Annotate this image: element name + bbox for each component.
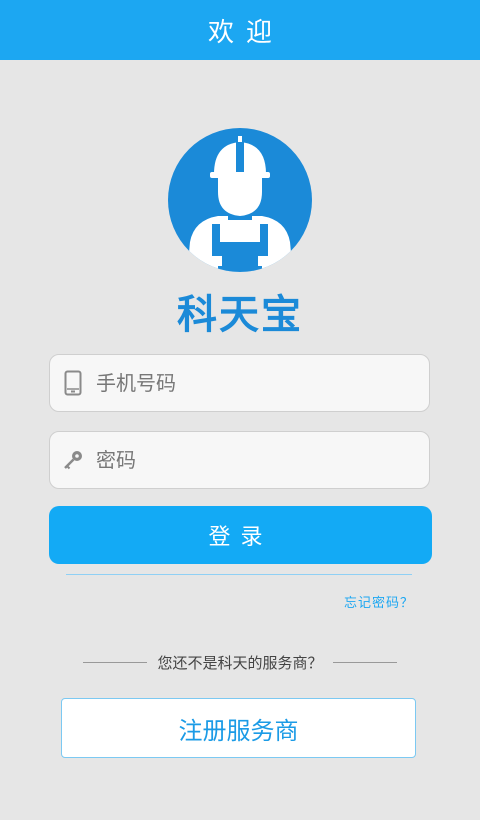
password-field[interactable] [49,431,430,489]
divider-right [332,662,397,663]
phone-input[interactable] [96,355,429,411]
phone-field[interactable] [49,354,430,412]
forgot-password-link[interactable]: 忘记密码？ [344,592,414,611]
login-button[interactable]: 登录 [49,506,432,564]
page-title: 欢迎 [207,17,284,48]
register-prompt: 您还不是科天的服务商？ [0,652,480,673]
key-icon [50,450,96,470]
phone-icon [50,370,96,396]
brand-name: 科天宝 [177,292,303,338]
password-input[interactable] [96,432,429,488]
title-bar: 欢迎 [0,0,480,60]
register-prompt-text: 您还不是科天的服务商？ [157,654,323,672]
worker-helmet-icon [168,128,312,272]
register-provider-button[interactable]: 注册服务商 [61,698,416,758]
divider [66,574,412,575]
divider-left [83,662,148,663]
